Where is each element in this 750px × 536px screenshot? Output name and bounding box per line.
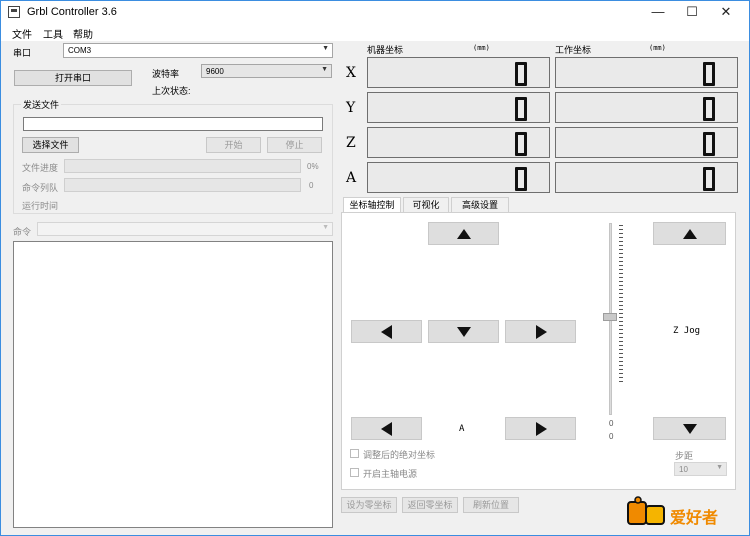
machine-a-digit <box>515 167 527 191</box>
queue-progress-bar <box>64 178 301 192</box>
set-zero-button[interactable]: 设为零坐标 <box>341 497 397 513</box>
axis-a-label: A <box>346 170 357 186</box>
work-y-display <box>555 92 738 123</box>
jog-a-plus-button[interactable] <box>505 417 576 440</box>
chevron-down-icon: ▼ <box>716 464 723 471</box>
abs-coord-checkbox[interactable] <box>350 449 359 458</box>
title-bar: Grbl Controller 3.6 — ☐ ✕ <box>1 1 749 23</box>
menu-tools[interactable]: 工具 <box>43 26 63 41</box>
menu-bar: 文件 工具 帮助 <box>1 23 749 41</box>
port-value: COM3 <box>68 46 92 55</box>
chevron-down-icon: ▼ <box>322 224 329 231</box>
minimize-button[interactable]: — <box>642 1 674 23</box>
work-x-display <box>555 57 738 88</box>
slider-min-label: 0 <box>609 419 614 428</box>
jog-a-minus-button[interactable] <box>351 417 422 440</box>
work-x-digit <box>703 62 715 86</box>
choose-file-button[interactable]: 选择文件 <box>22 137 79 153</box>
last-state-label: 上次状态: <box>152 86 191 96</box>
machine-coord-header: 机器坐标 <box>367 45 404 55</box>
step-label: 步距 <box>675 451 694 461</box>
feed-slider-handle[interactable] <box>603 313 617 321</box>
jog-z-minus-button[interactable] <box>653 417 726 440</box>
work-y-digit <box>703 97 715 121</box>
work-z-digit <box>703 132 715 156</box>
main-window: Grbl Controller 3.6 — ☐ ✕ 文件 工具 帮助 串口 CO… <box>0 0 750 536</box>
jog-z-plus-button[interactable] <box>653 222 726 245</box>
command-input[interactable]: ▼ <box>37 222 333 236</box>
tab-axis-control[interactable]: 坐标轴控制 <box>343 197 401 213</box>
tab-advanced[interactable]: 高级设置 <box>451 197 509 212</box>
jog-y-minus-button[interactable] <box>428 320 499 343</box>
machine-y-display <box>367 92 550 123</box>
jog-x-minus-button[interactable] <box>351 320 422 343</box>
a-axis-label: A <box>459 424 465 434</box>
close-button[interactable]: ✕ <box>710 1 742 23</box>
chevron-down-icon: ▼ <box>322 45 329 52</box>
step-value: 10 <box>679 465 688 474</box>
machine-z-digit <box>515 132 527 156</box>
go-zero-button[interactable]: 返回零坐标 <box>402 497 458 513</box>
stop-button[interactable]: 停止 <box>267 137 322 153</box>
machine-z-display <box>367 127 550 158</box>
work-a-display <box>555 162 738 193</box>
file-path-input[interactable] <box>23 117 323 131</box>
start-button[interactable]: 开始 <box>206 137 261 153</box>
console-output[interactable] <box>13 241 333 528</box>
arrow-left-icon <box>381 422 392 436</box>
arrow-right-icon <box>536 325 547 339</box>
machine-a-display <box>367 162 550 193</box>
watermark-text: 爱好者 <box>670 510 719 527</box>
machine-coord-unit: (mm) <box>473 44 490 52</box>
spindle-checkbox[interactable] <box>350 468 359 477</box>
app-icon <box>8 6 20 18</box>
baud-label: 波特率 <box>152 69 180 79</box>
queue-value: 0 <box>309 181 314 190</box>
axis-z-label: Z <box>346 135 356 151</box>
jog-x-plus-button[interactable] <box>505 320 576 343</box>
machine-x-digit <box>515 62 527 86</box>
work-coord-header: 工作坐标 <box>555 45 592 55</box>
file-progress-bar <box>64 159 301 173</box>
tab-visualize[interactable]: 可视化 <box>403 197 449 212</box>
abs-coord-label: 调整后的绝对坐标 <box>363 450 436 460</box>
port-select[interactable]: COM3 ▼ <box>63 43 333 58</box>
jog-y-plus-button[interactable] <box>428 222 499 245</box>
arrow-down-icon <box>457 327 471 337</box>
arrow-down-icon <box>683 424 697 434</box>
menu-help[interactable]: 帮助 <box>73 26 93 41</box>
z-jog-label: Z Jog <box>673 326 701 336</box>
chevron-down-icon: ▼ <box>321 66 328 73</box>
arrow-up-icon <box>457 229 471 239</box>
spindle-label: 开启主轴电源 <box>363 469 418 479</box>
feed-slider-ticks <box>619 225 623 383</box>
step-select[interactable]: 10 ▼ <box>674 462 727 476</box>
window-title: Grbl Controller 3.6 <box>27 6 117 18</box>
command-label: 命令 <box>13 227 32 237</box>
watermark-logo: 爱好者 <box>626 496 744 530</box>
maximize-button[interactable]: ☐ <box>676 1 708 23</box>
queue-label: 命令列队 <box>22 183 59 193</box>
work-a-digit <box>703 167 715 191</box>
open-port-button[interactable]: 打开串口 <box>14 70 132 86</box>
file-progress-value: 0% <box>307 162 319 171</box>
axis-y-label: Y <box>346 100 356 116</box>
refresh-position-button[interactable]: 刷新位置 <box>463 497 519 513</box>
machine-y-digit <box>515 97 527 121</box>
baud-value: 9600 <box>206 67 224 76</box>
slider-min-label-2: 0 <box>609 432 614 441</box>
send-file-title: 发送文件 <box>21 98 62 111</box>
arrow-right-icon <box>536 422 547 436</box>
work-z-display <box>555 127 738 158</box>
arrow-up-icon <box>683 229 697 239</box>
port-label: 串口 <box>13 48 32 58</box>
arrow-left-icon <box>381 325 392 339</box>
machine-x-display <box>367 57 550 88</box>
runtime-label: 运行时间 <box>22 201 59 211</box>
work-coord-unit: (mm) <box>649 44 666 52</box>
axis-x-label: X <box>346 65 356 81</box>
menu-file[interactable]: 文件 <box>12 26 32 41</box>
baud-select[interactable]: 9600 ▼ <box>201 64 332 78</box>
file-progress-label: 文件进度 <box>22 163 59 173</box>
